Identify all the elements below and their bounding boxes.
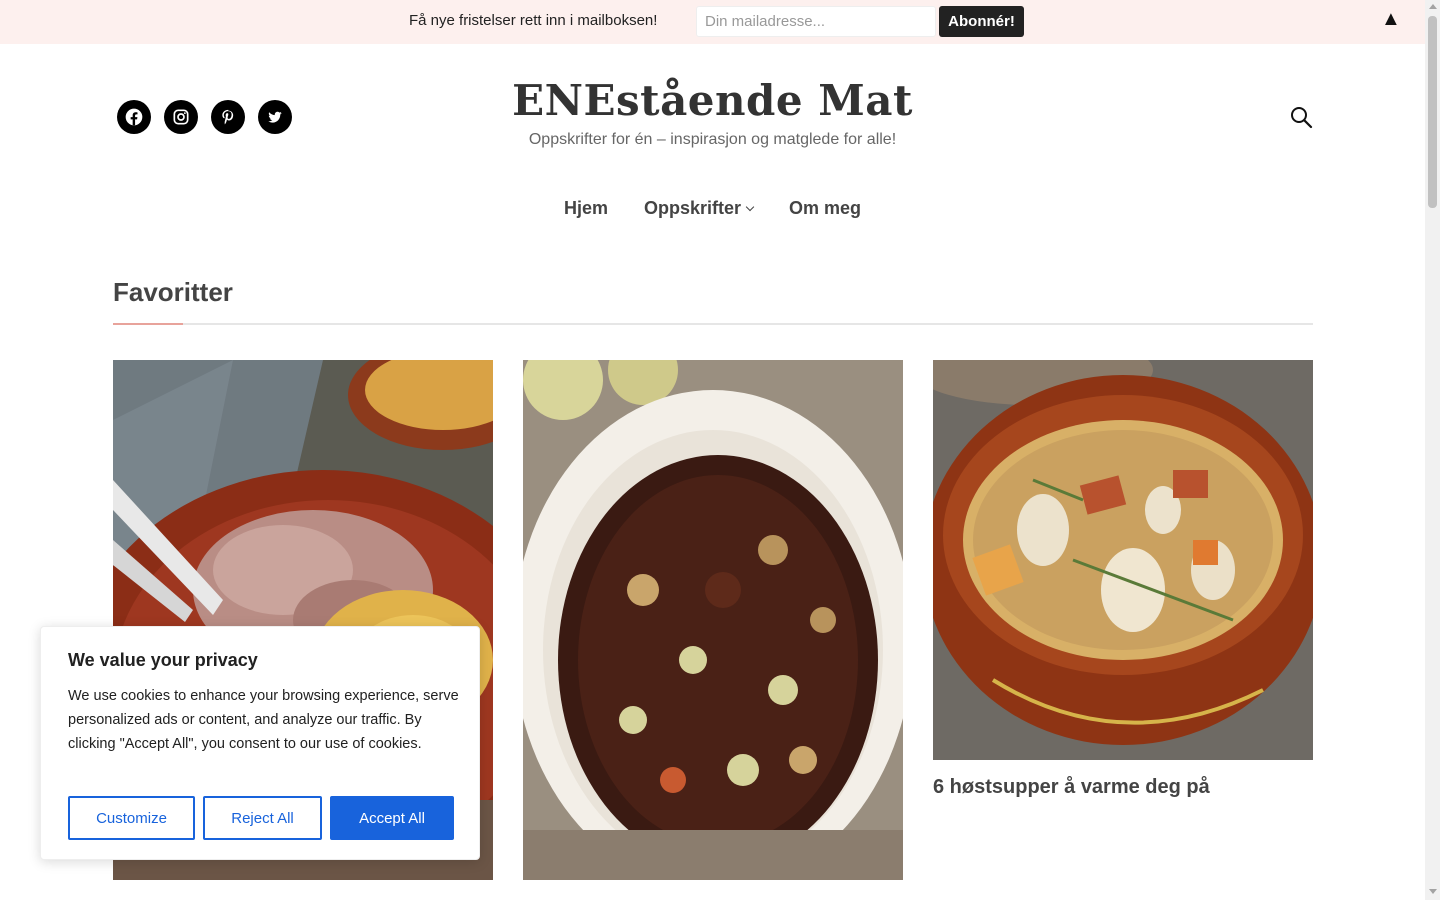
- chevron-down-icon: [745, 202, 755, 212]
- newsletter-bar: Få nye fristelser rett inn i mailboksen!…: [0, 0, 1425, 44]
- page-scrollbar[interactable]: [1425, 0, 1440, 900]
- scroll-thumb[interactable]: [1428, 16, 1437, 208]
- subscribe-button[interactable]: Abonnér!: [939, 6, 1024, 37]
- nav-item-home-label: Hjem: [563, 198, 608, 218]
- nav-item-recipes-label: Oppskrifter: [643, 198, 741, 218]
- scroll-down-icon[interactable]: [1429, 889, 1437, 894]
- accept-all-button[interactable]: Accept All: [330, 796, 454, 840]
- card-title[interactable]: 6 høstsupper å varme deg på: [933, 776, 1210, 799]
- section-divider: [113, 323, 1313, 325]
- site-tagline: Oppskrifter for én – inspirasjon og matg…: [528, 131, 897, 148]
- cookie-description: We use cookies to enhance your browsing …: [68, 688, 459, 752]
- section-divider-accent: [113, 323, 183, 325]
- reject-all-button[interactable]: Reject All: [203, 796, 322, 840]
- cookie-consent-dialog: We value your privacy We use cookies to …: [40, 626, 480, 860]
- nav-item-home[interactable]: Hjem: [564, 198, 608, 219]
- newsletter-email-input[interactable]: [696, 6, 936, 37]
- nav-item-recipes[interactable]: Oppskrifter: [643, 198, 755, 219]
- section-title: Favoritter: [113, 277, 233, 307]
- nav-item-about-label: Om meg: [789, 198, 862, 218]
- main-nav: Hjem Oppskrifter Om meg: [0, 198, 1425, 219]
- newsletter-text: Få nye fristelser rett inn i mailboksen!: [409, 12, 658, 29]
- site-title[interactable]: ENEstående Mat: [0, 76, 1425, 125]
- customize-button[interactable]: Customize: [68, 796, 195, 840]
- nav-item-about[interactable]: Om meg: [789, 198, 861, 219]
- scroll-up-icon[interactable]: [1429, 4, 1437, 9]
- collapse-bar-icon[interactable]: ▲: [1381, 9, 1401, 29]
- card-image-autumn-soup[interactable]: [933, 360, 1313, 760]
- cookie-title: We value your privacy: [68, 650, 258, 670]
- card-image-beef-stew[interactable]: [523, 360, 903, 880]
- search-icon[interactable]: [1289, 105, 1313, 129]
